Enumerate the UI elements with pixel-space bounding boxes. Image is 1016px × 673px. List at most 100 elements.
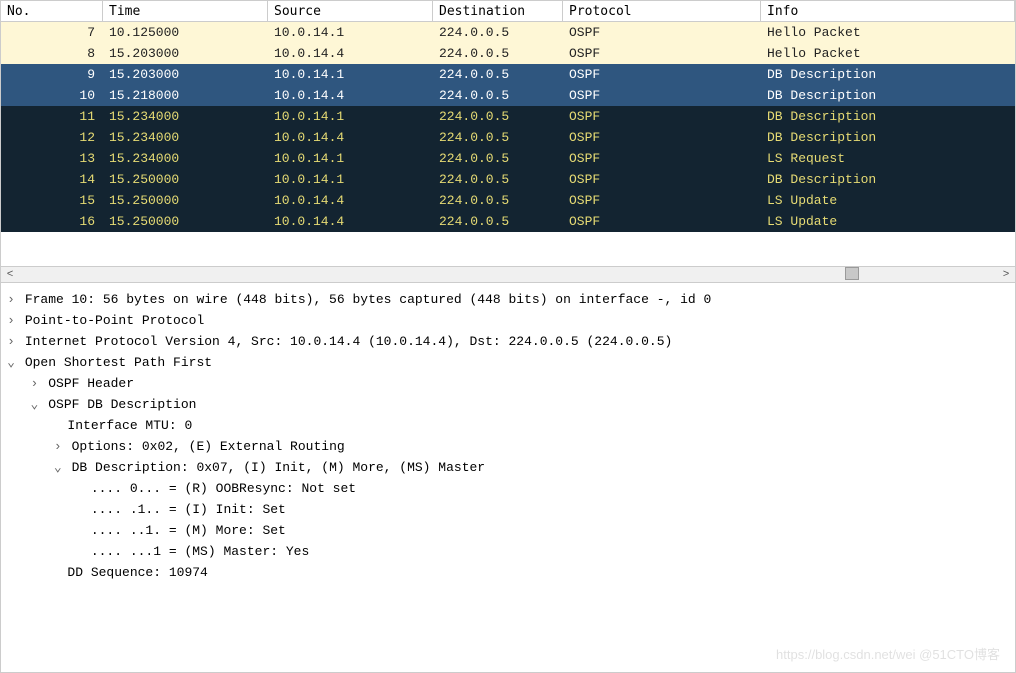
cell-no: 10 bbox=[1, 85, 103, 106]
bit-i: .... .1.. = (I) Init: Set bbox=[91, 502, 286, 517]
cell-time: 15.250000 bbox=[103, 190, 268, 211]
chevron-right-icon[interactable]: › bbox=[28, 373, 40, 394]
cell-info: DB Description bbox=[761, 127, 1015, 148]
frame-summary: Frame 10: 56 bytes on wire (448 bits), 5… bbox=[25, 292, 712, 307]
cell-info: DB Description bbox=[761, 169, 1015, 190]
cell-src: 10.0.14.4 bbox=[268, 190, 433, 211]
cell-time: 15.234000 bbox=[103, 148, 268, 169]
tree-bit-i[interactable]: .... .1.. = (I) Init: Set bbox=[5, 499, 1011, 520]
cell-time: 15.218000 bbox=[103, 85, 268, 106]
tree-options[interactable]: › Options: 0x02, (E) External Routing bbox=[5, 436, 1011, 457]
cell-no: 8 bbox=[1, 43, 103, 64]
chevron-right-icon[interactable]: › bbox=[5, 331, 17, 352]
col-header-source[interactable]: Source bbox=[268, 1, 433, 21]
tree-ppp[interactable]: › Point-to-Point Protocol bbox=[5, 310, 1011, 331]
col-header-no[interactable]: No. bbox=[1, 1, 103, 21]
scroll-thumb[interactable] bbox=[845, 267, 859, 280]
cell-info: DB Description bbox=[761, 106, 1015, 127]
ppp-summary: Point-to-Point Protocol bbox=[25, 313, 204, 328]
table-row[interactable]: 1515.25000010.0.14.4224.0.0.5OSPFLS Upda… bbox=[1, 190, 1015, 211]
tree-ospf-header[interactable]: › OSPF Header bbox=[5, 373, 1011, 394]
cell-time: 15.234000 bbox=[103, 106, 268, 127]
table-row[interactable]: 815.20300010.0.14.4224.0.0.5OSPFHello Pa… bbox=[1, 43, 1015, 64]
horizontal-scrollbar[interactable]: < > bbox=[1, 266, 1015, 283]
cell-proto: OSPF bbox=[563, 22, 761, 43]
cell-src: 10.0.14.1 bbox=[268, 169, 433, 190]
cell-proto: OSPF bbox=[563, 64, 761, 85]
cell-dst: 224.0.0.5 bbox=[433, 148, 563, 169]
chevron-down-icon[interactable]: ⌄ bbox=[52, 457, 64, 478]
cell-src: 10.0.14.1 bbox=[268, 64, 433, 85]
cell-info: Hello Packet bbox=[761, 43, 1015, 64]
cell-no: 15 bbox=[1, 190, 103, 211]
cell-dst: 224.0.0.5 bbox=[433, 190, 563, 211]
cell-proto: OSPF bbox=[563, 169, 761, 190]
cell-no: 7 bbox=[1, 22, 103, 43]
cell-proto: OSPF bbox=[563, 148, 761, 169]
cell-time: 10.125000 bbox=[103, 22, 268, 43]
table-row[interactable]: 1015.21800010.0.14.4224.0.0.5OSPFDB Desc… bbox=[1, 85, 1015, 106]
bit-r: .... 0... = (R) OOBResync: Not set bbox=[91, 481, 356, 496]
cell-src: 10.0.14.4 bbox=[268, 43, 433, 64]
tree-dbdesc[interactable]: ⌄ DB Description: 0x07, (I) Init, (M) Mo… bbox=[5, 457, 1011, 478]
table-row[interactable]: 1215.23400010.0.14.4224.0.0.5OSPFDB Desc… bbox=[1, 127, 1015, 148]
bit-m: .... ..1. = (M) More: Set bbox=[91, 523, 286, 538]
col-header-time[interactable]: Time bbox=[103, 1, 268, 21]
tree-ospf[interactable]: ⌄ Open Shortest Path First bbox=[5, 352, 1011, 373]
cell-no: 14 bbox=[1, 169, 103, 190]
cell-no: 9 bbox=[1, 64, 103, 85]
table-row[interactable]: 915.20300010.0.14.1224.0.0.5OSPFDB Descr… bbox=[1, 64, 1015, 85]
cell-proto: OSPF bbox=[563, 43, 761, 64]
cell-info: DB Description bbox=[761, 64, 1015, 85]
scroll-left-icon[interactable]: < bbox=[3, 269, 17, 281]
cell-proto: OSPF bbox=[563, 85, 761, 106]
col-header-destination[interactable]: Destination bbox=[433, 1, 563, 21]
cell-dst: 224.0.0.5 bbox=[433, 127, 563, 148]
tree-ospf-dbd[interactable]: ⌄ OSPF DB Description bbox=[5, 394, 1011, 415]
tree-bit-r[interactable]: .... 0... = (R) OOBResync: Not set bbox=[5, 478, 1011, 499]
cell-dst: 224.0.0.5 bbox=[433, 85, 563, 106]
cell-info: LS Request bbox=[761, 148, 1015, 169]
dbdesc-value: DB Description: 0x07, (I) Init, (M) More… bbox=[72, 460, 485, 475]
cell-time: 15.234000 bbox=[103, 127, 268, 148]
packet-details-pane: › Frame 10: 56 bytes on wire (448 bits),… bbox=[1, 283, 1015, 587]
table-row[interactable]: 710.12500010.0.14.1224.0.0.5OSPFHello Pa… bbox=[1, 22, 1015, 43]
cell-dst: 224.0.0.5 bbox=[433, 64, 563, 85]
cell-src: 10.0.14.1 bbox=[268, 106, 433, 127]
cell-dst: 224.0.0.5 bbox=[433, 43, 563, 64]
packet-rows: 710.12500010.0.14.1224.0.0.5OSPFHello Pa… bbox=[1, 22, 1015, 266]
cell-time: 15.203000 bbox=[103, 64, 268, 85]
cell-src: 10.0.14.4 bbox=[268, 85, 433, 106]
cell-info: DB Description bbox=[761, 85, 1015, 106]
chevron-down-icon[interactable]: ⌄ bbox=[28, 394, 40, 415]
tree-bit-ms[interactable]: .... ...1 = (MS) Master: Yes bbox=[5, 541, 1011, 562]
cell-proto: OSPF bbox=[563, 211, 761, 232]
col-header-info[interactable]: Info bbox=[761, 1, 1015, 21]
table-row[interactable]: 1315.23400010.0.14.1224.0.0.5OSPFLS Requ… bbox=[1, 148, 1015, 169]
ospf-summary: Open Shortest Path First bbox=[25, 355, 212, 370]
scroll-right-icon[interactable]: > bbox=[999, 269, 1013, 281]
cell-no: 16 bbox=[1, 211, 103, 232]
mtu-value: Interface MTU: 0 bbox=[67, 418, 192, 433]
table-row[interactable]: 1115.23400010.0.14.1224.0.0.5OSPFDB Desc… bbox=[1, 106, 1015, 127]
chevron-right-icon[interactable]: › bbox=[5, 310, 17, 331]
chevron-right-icon[interactable]: › bbox=[52, 436, 64, 457]
tree-bit-m[interactable]: .... ..1. = (M) More: Set bbox=[5, 520, 1011, 541]
options-value: Options: 0x02, (E) External Routing bbox=[72, 439, 345, 454]
col-header-protocol[interactable]: Protocol bbox=[563, 1, 761, 21]
chevron-right-icon[interactable]: › bbox=[5, 289, 17, 310]
cell-no: 13 bbox=[1, 148, 103, 169]
tree-ipv4[interactable]: › Internet Protocol Version 4, Src: 10.0… bbox=[5, 331, 1011, 352]
chevron-down-icon[interactable]: ⌄ bbox=[5, 352, 17, 373]
tree-ddseq[interactable]: DD Sequence: 10974 bbox=[5, 562, 1011, 583]
bit-ms: .... ...1 = (MS) Master: Yes bbox=[91, 544, 309, 559]
table-row[interactable]: 1615.25000010.0.14.4224.0.0.5OSPFLS Upda… bbox=[1, 211, 1015, 232]
ospf-header-label: OSPF Header bbox=[48, 376, 134, 391]
cell-time: 15.250000 bbox=[103, 169, 268, 190]
cell-time: 15.250000 bbox=[103, 211, 268, 232]
tree-mtu[interactable]: Interface MTU: 0 bbox=[5, 415, 1011, 436]
tree-frame[interactable]: › Frame 10: 56 bytes on wire (448 bits),… bbox=[5, 289, 1011, 310]
cell-no: 12 bbox=[1, 127, 103, 148]
table-row[interactable]: 1415.25000010.0.14.1224.0.0.5OSPFDB Desc… bbox=[1, 169, 1015, 190]
cell-dst: 224.0.0.5 bbox=[433, 22, 563, 43]
